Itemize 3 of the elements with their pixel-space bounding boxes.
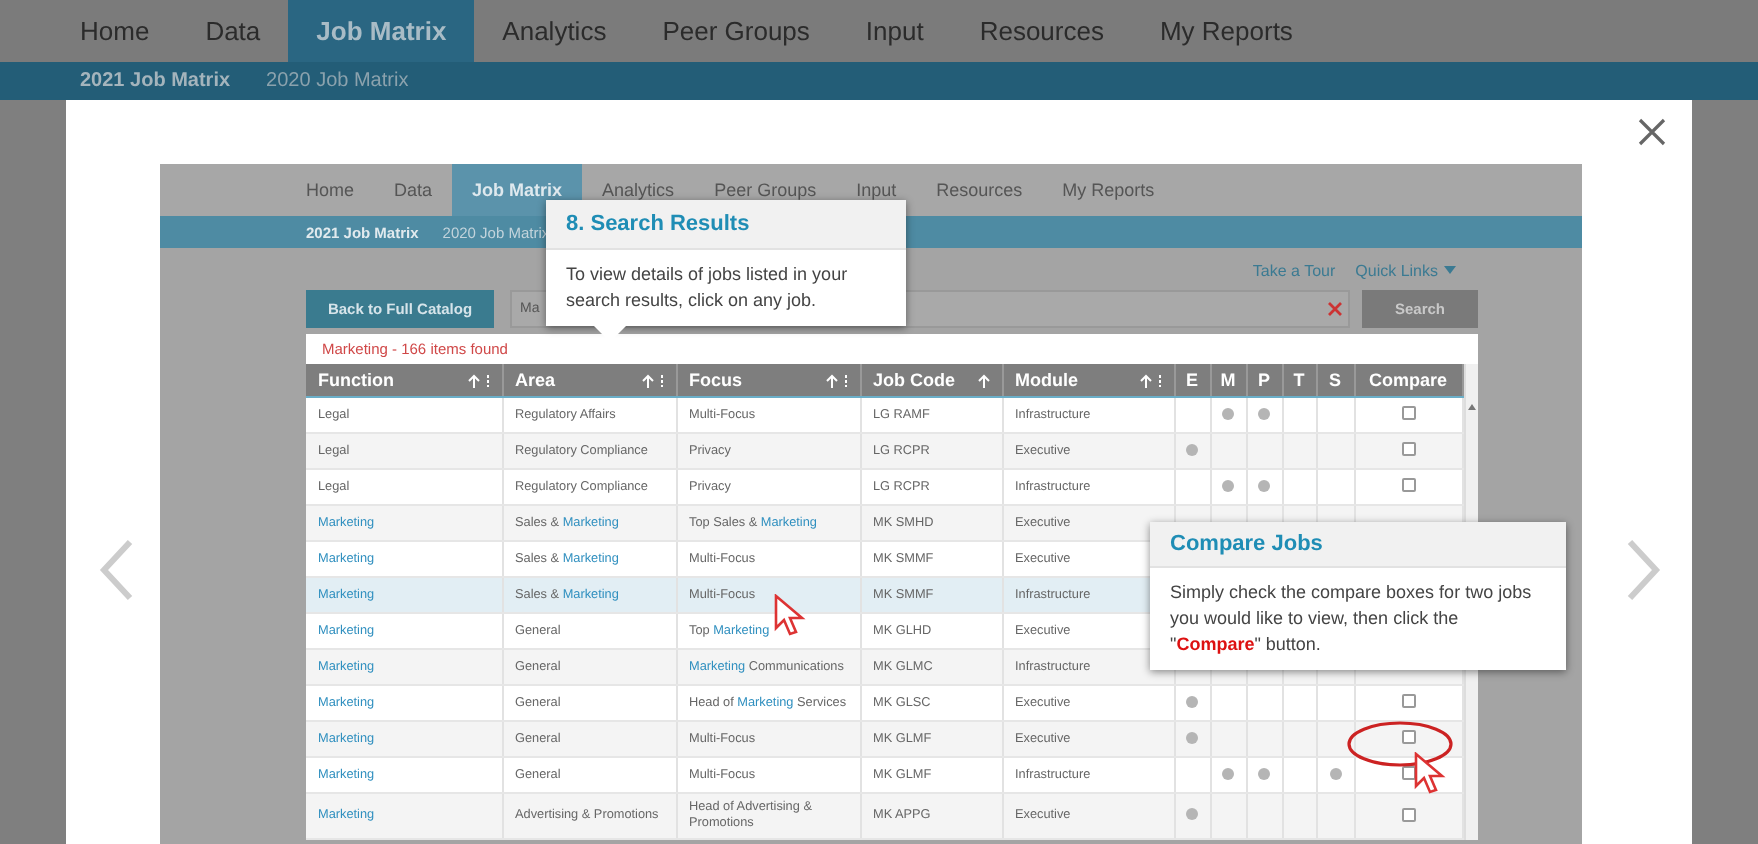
tooltip-title: Compare Jobs	[1170, 532, 1323, 556]
tooltip-text: Simply check the compare boxes for two jobs you would like to view, then click the "Compare" button.	[1170, 582, 1532, 655]
tooltip-title: 8. Search Results	[566, 212, 750, 236]
